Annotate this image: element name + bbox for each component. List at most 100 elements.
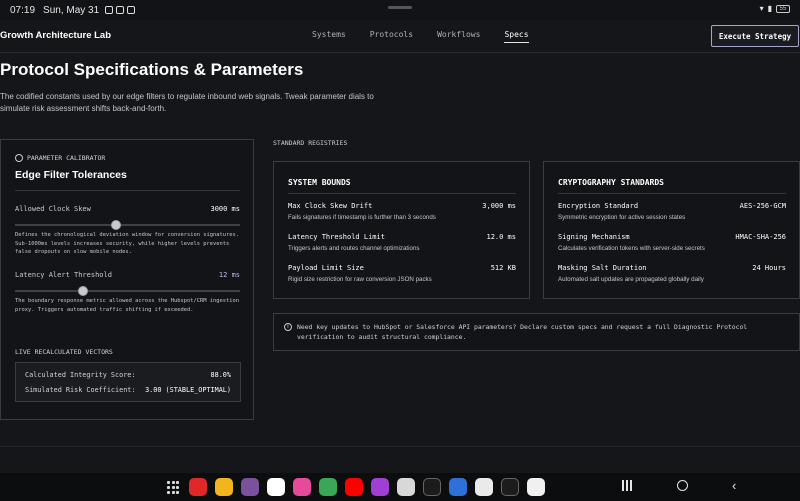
vectors-title: LIVE RECALCULATED VECTORS — [15, 348, 113, 356]
signal-icon: ▮ — [767, 4, 772, 13]
vectors-box: Calculated Integrity Score: 88.0% Simula… — [15, 362, 241, 402]
calibrator-kicker-label: PARAMETER CALIBRATOR — [27, 154, 106, 162]
diagnostic-notice: i Need key updates to HubSpot or Salesfo… — [273, 313, 800, 351]
app-drawer-icon[interactable] — [167, 480, 181, 494]
vector-row: Simulated Risk Coefficient: 3.00 (STABLE… — [25, 386, 231, 394]
spec-name: Max Clock Skew Drift — [288, 202, 373, 210]
cryptography-title: CRYPTOGRAPHY STANDARDS — [558, 178, 664, 187]
spec-desc: Triggers alerts and routes channel optim… — [288, 245, 420, 252]
latency-label: Latency Alert Threshold — [15, 271, 112, 279]
calibrator-title: Edge Filter Tolerances — [15, 169, 127, 181]
registries-label: STANDARD REGISTRIES — [273, 139, 348, 147]
integrity-value: 88.0% — [210, 371, 231, 379]
brand-title[interactable]: Growth Architecture Lab — [0, 30, 111, 41]
signal-icon[interactable] — [475, 478, 493, 496]
spec-value: AES-256-GCM — [739, 202, 786, 210]
latency-description: The boundary response metric allowed acr… — [15, 298, 239, 313]
spec-name: Masking Salt Duration — [558, 264, 647, 272]
nav-protocols[interactable]: Protocols — [370, 30, 413, 43]
spec-desc: Automated salt updates are propagated gl… — [558, 276, 704, 283]
nav-systems[interactable]: Systems — [312, 30, 346, 43]
spec-desc: Rigid size restriction for raw conversio… — [288, 276, 432, 283]
spec-name: Payload Limit Size — [288, 264, 364, 272]
drag-handle[interactable] — [388, 6, 412, 9]
nav-keys: ‹ — [622, 479, 736, 492]
system-bounds-card: SYSTEM BOUNDS Max Clock Skew Drift 3,000 … — [273, 161, 530, 299]
spec-item: Latency Threshold Limit 12.0 ms Triggers … — [288, 233, 516, 252]
nav-workflows[interactable]: Workflows — [437, 30, 480, 43]
divider — [288, 193, 516, 194]
calibrator-kicker: PARAMETER CALIBRATOR — [15, 154, 105, 162]
clock-skew-label: Allowed Clock Skew — [15, 205, 91, 213]
gear-icon — [15, 154, 23, 162]
wifi-icon: ▾ — [759, 4, 764, 13]
spec-value: HMAC-SHA-256 — [735, 233, 786, 241]
app-grid-icon[interactable] — [371, 478, 389, 496]
spec-desc: Calculates verification tokens with serv… — [558, 245, 705, 252]
clock-skew-row: Allowed Clock Skew 3000 ms — [15, 205, 240, 213]
system-bounds-title: SYSTEM BOUNDS — [288, 178, 351, 187]
flipboard-icon[interactable] — [189, 478, 207, 496]
blossom-icon[interactable] — [293, 478, 311, 496]
latency-slider[interactable] — [15, 286, 240, 296]
latency-value: 12 ms — [218, 271, 240, 279]
risk-value: 3.00 (STABLE_OPTIMAL) — [145, 386, 231, 394]
header-divider — [0, 52, 800, 53]
spec-desc: Symmetric encryption for active session … — [558, 214, 686, 221]
nav-specs[interactable]: Specs — [504, 30, 529, 43]
notice-text: Need key updates to HubSpot or Salesforc… — [297, 323, 748, 341]
clock-skew-slider[interactable] — [15, 220, 240, 230]
page-title: Protocol Specifications & Parameters — [0, 60, 304, 79]
camera-icon[interactable] — [397, 478, 415, 496]
spec-name: Signing Mechanism — [558, 233, 630, 241]
spec-value: 24 Hours — [752, 264, 786, 272]
integrity-label: Calculated Integrity Score: — [25, 371, 136, 379]
clock-skew-value: 3000 ms — [210, 205, 240, 213]
youtube-icon[interactable] — [345, 478, 363, 496]
chrome-icon[interactable] — [319, 478, 337, 496]
spec-item: Signing Mechanism HMAC-SHA-256 Calculates… — [558, 233, 786, 252]
edit-square-icon[interactable] — [423, 478, 441, 496]
back-button[interactable]: ‹ — [732, 479, 736, 492]
spec-value: 512 KB — [490, 264, 516, 272]
info-icon: i — [284, 323, 292, 331]
page-description: The codified constants used by our edge … — [0, 92, 374, 113]
gmail-icon[interactable] — [267, 478, 285, 496]
spec-name: Encryption Standard — [558, 202, 639, 210]
cryptography-card: CRYPTOGRAPHY STANDARDS Encryption Standa… — [543, 161, 800, 299]
home-button[interactable] — [677, 480, 688, 491]
notes-icon[interactable] — [215, 478, 233, 496]
system-icons: ▾ ▮ 55 — [760, 4, 790, 13]
viber-icon[interactable] — [241, 478, 259, 496]
parameter-calibrator-panel: PARAMETER CALIBRATOR Edge Filter Toleran… — [0, 139, 254, 420]
battery-icon: 55 — [776, 4, 790, 13]
vector-row: Calculated Integrity Score: 88.0% — [25, 371, 231, 379]
spec-item: Max Clock Skew Drift 3,000 ms Fails signa… — [288, 202, 516, 221]
recents-button[interactable] — [622, 480, 633, 491]
risk-label: Simulated Risk Coefficient: — [25, 386, 136, 394]
footer-divider — [0, 446, 800, 447]
divider — [15, 190, 240, 191]
divider — [558, 193, 786, 194]
spec-value: 12.0 ms — [486, 233, 516, 241]
status-time: 07:19 — [10, 4, 36, 16]
spec-desc: Fails signatures if timestamp is further… — [288, 214, 436, 221]
status-bar: 07:19 Sun, May 31 ▾ ▮ 55 — [0, 0, 800, 20]
spec-item: Masking Salt Duration 24 Hours Automated … — [558, 264, 786, 283]
compass-icon[interactable] — [527, 478, 545, 496]
clock-skew-description: Defines the chronological deviation wind… — [15, 232, 239, 255]
main-nav: Systems Protocols Workflows Specs — [312, 30, 553, 43]
status-date: Sun, May 31 — [43, 4, 100, 16]
spec-item: Payload Limit Size 512 KB Rigid size rest… — [288, 264, 516, 283]
notification-icons — [105, 6, 136, 14]
spec-value: 3,000 ms — [482, 202, 516, 210]
latency-row: Latency Alert Threshold 12 ms — [15, 271, 240, 279]
latency-slider-thumb[interactable] — [77, 286, 88, 296]
spec-item: Encryption Standard AES-256-GCM Symmetric… — [558, 202, 786, 221]
clock-skew-slider-thumb[interactable] — [111, 220, 122, 230]
app-header: Growth Architecture Lab Systems Protocol… — [0, 20, 800, 52]
gamepad-icon[interactable] — [449, 478, 467, 496]
sparkle-icon[interactable] — [501, 478, 519, 496]
execute-strategy-button[interactable]: Execute Strategy — [711, 25, 799, 47]
app-dock — [167, 478, 545, 496]
